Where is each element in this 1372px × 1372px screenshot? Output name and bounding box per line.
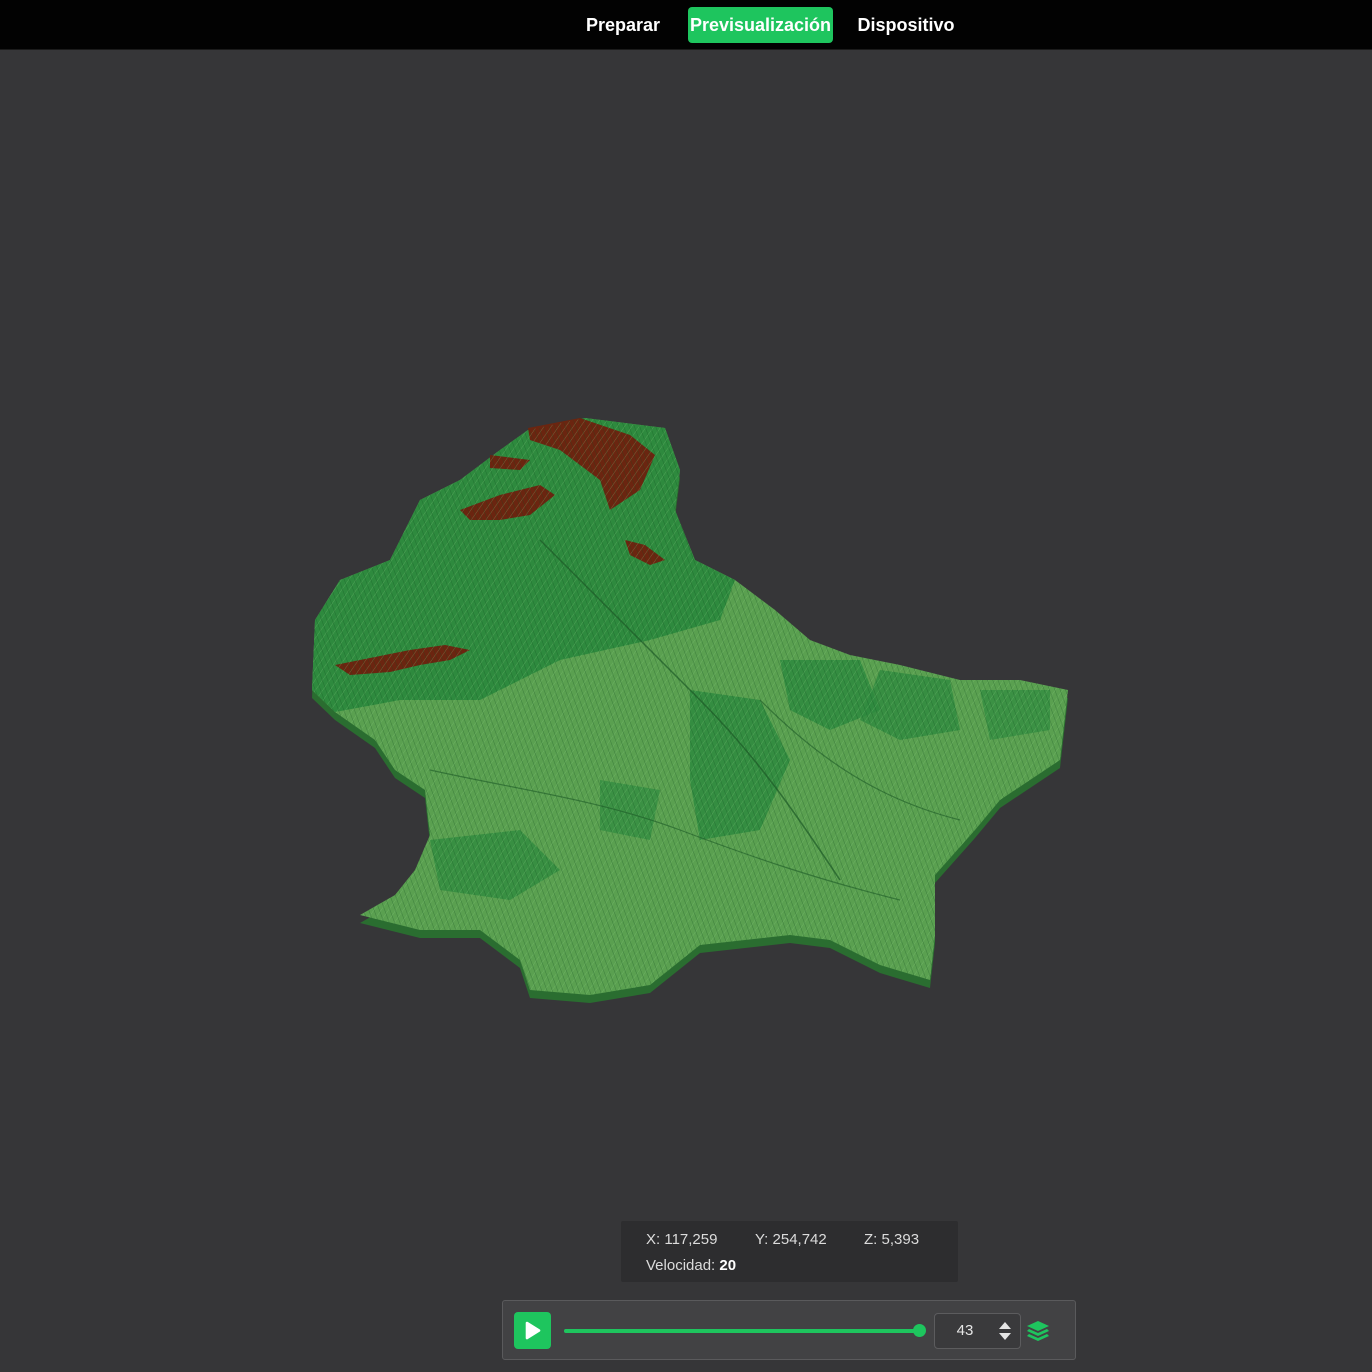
terrain-model[interactable] xyxy=(0,50,1372,1210)
top-navigation-bar: Preparar Previsualización Dispositivo xyxy=(0,0,1372,50)
layer-slider-thumb[interactable] xyxy=(913,1324,926,1337)
play-button[interactable] xyxy=(514,1312,551,1349)
layers-icon[interactable] xyxy=(1026,1320,1050,1342)
layer-spinbox[interactable]: 43 xyxy=(934,1313,1021,1349)
y-coordinate: Y: 254,742 xyxy=(755,1231,827,1248)
tab-preparar[interactable]: Preparar xyxy=(574,7,672,43)
coordinates-panel: X: 117,259 Y: 254,742 Z: 5,393 Velocidad… xyxy=(621,1221,958,1282)
layer-slider[interactable] xyxy=(564,1324,926,1337)
arrow-up-icon[interactable] xyxy=(997,1319,1013,1331)
3d-preview-viewport[interactable] xyxy=(0,50,1372,1210)
speed-value: 20 xyxy=(719,1257,737,1274)
tab-previsualizacion[interactable]: Previsualización xyxy=(688,7,833,43)
z-coordinate: Z: 5,393 xyxy=(864,1231,920,1248)
layer-value[interactable]: 43 xyxy=(935,1314,995,1348)
speed-readout: Velocidad: 20 xyxy=(646,1257,736,1274)
layer-slider-fill xyxy=(564,1329,919,1333)
arrow-down-icon[interactable] xyxy=(997,1331,1013,1343)
speed-label: Velocidad: xyxy=(646,1257,720,1274)
x-coordinate: X: 117,259 xyxy=(646,1231,718,1248)
tab-dispositivo[interactable]: Dispositivo xyxy=(848,7,964,43)
playback-controls: 43 xyxy=(502,1300,1076,1360)
play-icon xyxy=(525,1321,541,1340)
